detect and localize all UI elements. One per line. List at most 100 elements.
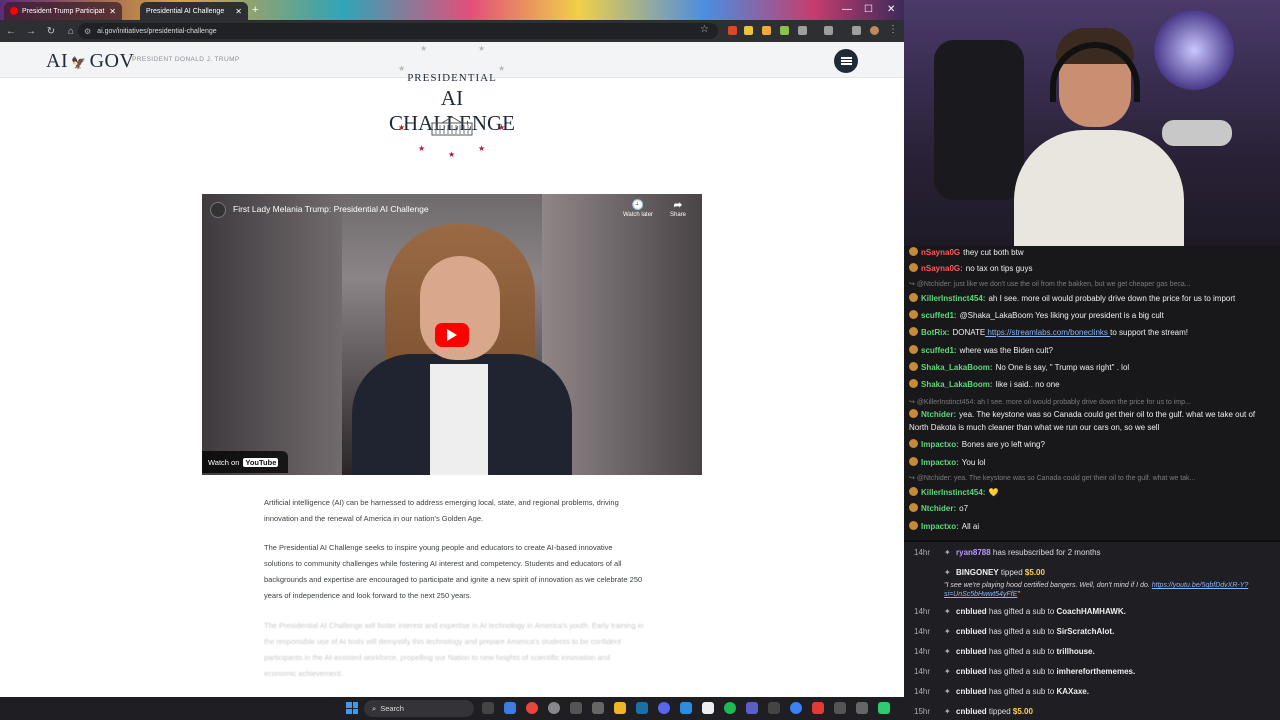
url-input[interactable]: ⚙ ai.gov/initiatives/presidential-challe… bbox=[78, 23, 718, 39]
chat-username[interactable]: KillerInstinct454: bbox=[921, 488, 985, 497]
sidebar-icon[interactable] bbox=[824, 26, 833, 35]
chat-username[interactable]: Impactxo: bbox=[921, 440, 959, 449]
extension-icon[interactable] bbox=[780, 26, 789, 35]
chat-username[interactable]: KillerInstinct454: bbox=[921, 294, 985, 303]
site-info-icon[interactable]: ⚙ bbox=[84, 27, 91, 36]
channel-avatar[interactable] bbox=[210, 202, 226, 218]
downloads-icon[interactable] bbox=[852, 26, 861, 35]
windows-start-icon[interactable] bbox=[346, 702, 358, 714]
tab-presidential-ai-challenge[interactable]: Presidential AI Challenge ✕ bbox=[140, 2, 248, 20]
chat-username[interactable]: BotRix: bbox=[921, 328, 949, 337]
event-user[interactable]: BINGONEY bbox=[956, 568, 999, 577]
chat-username[interactable]: Ntchider: bbox=[921, 504, 956, 513]
chat-username[interactable]: Impactxo: bbox=[921, 458, 959, 467]
chrome-icon[interactable] bbox=[526, 702, 538, 714]
maximize-icon[interactable]: ☐ bbox=[864, 3, 873, 17]
chat-username[interactable]: scuffed1: bbox=[921, 311, 957, 320]
app-icon[interactable] bbox=[856, 702, 868, 714]
file-explorer-icon[interactable] bbox=[614, 702, 626, 714]
watch-on-youtube-button[interactable]: Watch on YouTube bbox=[202, 451, 288, 473]
chat-text: like i said.. no one bbox=[995, 380, 1060, 389]
taskbar-search[interactable]: ⌕ Search bbox=[364, 700, 474, 717]
spotify-icon[interactable] bbox=[724, 702, 736, 714]
kebab-menu-icon[interactable]: ⋮ bbox=[888, 24, 898, 35]
extension-icon[interactable] bbox=[744, 26, 753, 35]
discord-icon[interactable] bbox=[658, 702, 670, 714]
hamburger-icon bbox=[840, 60, 852, 62]
activity-event: 14hr ✦ cnblued has gifted a sub to SirScra… bbox=[914, 627, 1274, 636]
task-view-icon[interactable] bbox=[482, 702, 494, 714]
event-time: 14hr bbox=[914, 627, 931, 636]
chat-username[interactable]: Impactxo: bbox=[921, 522, 959, 531]
event-amount: $5.00 bbox=[1024, 568, 1045, 577]
tab-president-trump[interactable]: President Trump Participat ✕ bbox=[4, 2, 122, 20]
app-icon[interactable] bbox=[746, 702, 758, 714]
event-time: 15hr bbox=[914, 707, 931, 716]
back-icon[interactable]: ← bbox=[2, 26, 20, 37]
app-icon[interactable] bbox=[570, 702, 582, 714]
event-target[interactable]: imhereforthememes. bbox=[1057, 667, 1136, 676]
event-user[interactable]: cnblued bbox=[956, 707, 987, 716]
minimize-icon[interactable]: — bbox=[842, 3, 852, 17]
event-target[interactable]: trillhouse. bbox=[1057, 647, 1095, 656]
event-user[interactable]: cnblued bbox=[956, 627, 987, 636]
close-tab-icon[interactable]: ✕ bbox=[109, 7, 116, 16]
browser-window: President Trump Participat ✕ Presidentia… bbox=[0, 0, 904, 697]
video-title[interactable]: First Lady Melania Trump: Presidential A… bbox=[233, 204, 429, 214]
chat-username[interactable]: nSayna0G: bbox=[921, 264, 963, 273]
forward-icon[interactable]: → bbox=[22, 26, 40, 37]
chat-username[interactable]: Shaka_LakaBoom: bbox=[921, 363, 993, 372]
event-user[interactable]: cnblued bbox=[956, 647, 987, 656]
steam-icon[interactable] bbox=[636, 702, 648, 714]
profile-avatar[interactable] bbox=[870, 26, 879, 35]
event-text: has gifted a sub to bbox=[986, 687, 1057, 696]
chat-message: KillerInstinct454: ah I see. more oil wou… bbox=[909, 292, 1275, 305]
event-user[interactable]: cnblued bbox=[956, 667, 987, 676]
extension-icon[interactable] bbox=[728, 26, 737, 35]
chat-link[interactable]: https://streamlabs.com/boneclinks bbox=[985, 328, 1110, 337]
bookmark-star-icon[interactable]: ☆ bbox=[700, 24, 709, 35]
app-icon[interactable] bbox=[768, 702, 780, 714]
event-icon: ✦ bbox=[944, 607, 951, 616]
event-user[interactable]: cnblued bbox=[956, 607, 987, 616]
app-icon[interactable] bbox=[680, 702, 692, 714]
app-icon[interactable] bbox=[504, 702, 516, 714]
event-user[interactable]: cnblued bbox=[956, 687, 987, 696]
app-icon[interactable] bbox=[548, 702, 560, 714]
close-window-icon[interactable]: ✕ bbox=[887, 3, 895, 17]
event-target[interactable]: SirScratchAlot. bbox=[1057, 627, 1115, 636]
chat-text: @Shaka_LakaBoom Yes liking your presiden… bbox=[959, 311, 1164, 320]
chat-username[interactable]: Ntchider: bbox=[921, 410, 956, 419]
event-target[interactable]: KAXaxe. bbox=[1057, 687, 1089, 696]
user-badge-icon bbox=[909, 310, 918, 319]
windows-taskbar: ⌕ Search bbox=[0, 697, 904, 720]
chat-username[interactable]: scuffed1: bbox=[921, 346, 957, 355]
app-icon[interactable] bbox=[878, 702, 890, 714]
event-target[interactable]: CoachHAMHAWK. bbox=[1057, 607, 1126, 616]
reload-icon[interactable]: ↻ bbox=[42, 26, 60, 37]
app-icon[interactable] bbox=[834, 702, 846, 714]
event-text: has resubscribed for 2 months bbox=[990, 548, 1101, 557]
share-button[interactable]: ➦ Share bbox=[658, 200, 698, 218]
play-icon bbox=[447, 329, 457, 341]
new-tab-icon[interactable]: + bbox=[252, 3, 258, 17]
star-icon: ★ bbox=[448, 150, 456, 159]
extensions-puzzle-icon[interactable] bbox=[798, 26, 807, 35]
chat-username[interactable]: nSayna0G bbox=[921, 248, 960, 257]
star-icon: ★ bbox=[478, 144, 486, 153]
event-user[interactable]: ryan8788 bbox=[956, 548, 991, 557]
youtube-video-embed[interactable]: First Lady Melania Trump: Presidential A… bbox=[202, 194, 702, 475]
extension-icon[interactable] bbox=[762, 26, 771, 35]
close-tab-icon[interactable]: ✕ bbox=[235, 7, 242, 16]
app-icon[interactable] bbox=[812, 702, 824, 714]
play-button[interactable] bbox=[435, 323, 469, 347]
app-icon[interactable] bbox=[702, 702, 714, 714]
watch-later-button[interactable]: 🕘 Watch later bbox=[618, 200, 658, 218]
app-icon[interactable] bbox=[592, 702, 604, 714]
ai-gov-logo[interactable]: AI 🦅 GOV bbox=[46, 50, 134, 73]
chat-text: where was the Biden cult? bbox=[959, 346, 1053, 355]
faded-paragraph: The Presidential AI Challenge will foste… bbox=[264, 621, 644, 678]
chat-username[interactable]: Shaka_LakaBoom: bbox=[921, 380, 993, 389]
app-icon[interactable] bbox=[790, 702, 802, 714]
menu-button[interactable] bbox=[834, 49, 858, 73]
